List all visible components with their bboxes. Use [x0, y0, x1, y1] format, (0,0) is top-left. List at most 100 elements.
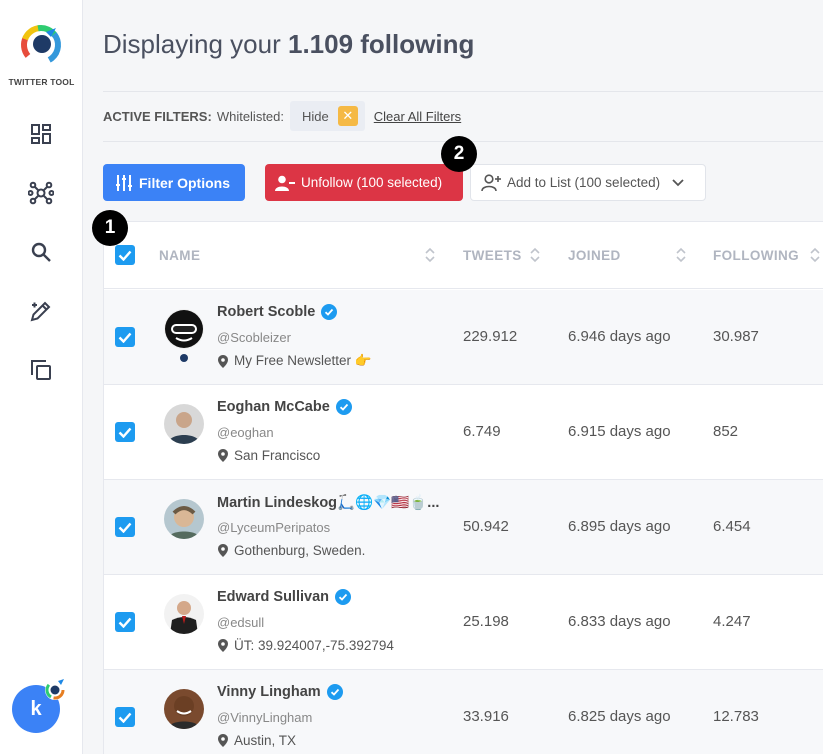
- following-count: 12.783: [713, 708, 759, 725]
- row-checkbox[interactable]: [115, 707, 135, 727]
- verified-badge-icon: [335, 589, 351, 605]
- location-pin-icon: [218, 639, 228, 652]
- avatar[interactable]: [164, 594, 204, 634]
- check-icon: [118, 522, 132, 533]
- sort-icon[interactable]: [810, 246, 820, 264]
- page-title: Displaying your 1.109 following: [103, 29, 475, 59]
- filter-options-button[interactable]: Filter Options: [103, 164, 245, 201]
- following-count: 30.987: [713, 328, 759, 345]
- tweets-count: 6.749: [463, 423, 501, 440]
- tweets-count: 33.916: [463, 708, 509, 725]
- tweets-count: 229.912: [463, 328, 518, 345]
- row-checkbox[interactable]: [115, 422, 135, 442]
- location-pin-icon: [218, 734, 228, 747]
- filter-chip-label: Hide: [302, 108, 329, 124]
- close-icon[interactable]: ✕: [337, 106, 358, 126]
- following-table: NAME TWEETS JOINED FOLLOWING Robert Scob…: [103, 221, 823, 754]
- network-icon[interactable]: [28, 180, 54, 206]
- joined-date: 6.825 days ago: [568, 708, 671, 725]
- sort-icon[interactable]: [530, 246, 540, 264]
- user-name[interactable]: Martin Lindeskog🛴🌐💎🇺🇸🍵...: [217, 494, 439, 511]
- table-row[interactable]: Eoghan McCabe @eoghan San Francisco 6.74…: [104, 385, 823, 480]
- unfollow-button[interactable]: Unfollow (100 selected): [265, 164, 463, 201]
- row-checkbox[interactable]: [115, 327, 135, 347]
- clear-all-filters-link[interactable]: Clear All Filters: [374, 109, 461, 124]
- check-icon: [118, 250, 132, 261]
- filter-chip-hide: Hide ✕: [290, 101, 365, 131]
- location-pin-icon: [218, 449, 228, 462]
- main-content: Displaying your 1.109 following ACTIVE F…: [83, 0, 823, 754]
- annotation-marker-2: 2: [441, 136, 477, 172]
- column-header-following[interactable]: FOLLOWING: [713, 248, 799, 263]
- joined-date: 6.833 days ago: [568, 613, 671, 630]
- edit-icon[interactable]: [28, 298, 54, 324]
- user-plus-icon: [481, 173, 501, 191]
- annotation-marker-1: 1: [92, 210, 128, 246]
- check-icon: [118, 332, 132, 343]
- table-header: NAME TWEETS JOINED FOLLOWING: [104, 222, 823, 289]
- joined-date: 6.915 days ago: [568, 423, 671, 440]
- sort-icon[interactable]: [676, 246, 686, 264]
- check-icon: [118, 712, 132, 723]
- row-checkbox[interactable]: [115, 612, 135, 632]
- verified-badge-icon: [321, 304, 338, 320]
- user-name[interactable]: Robert Scoble: [217, 304, 338, 320]
- avatar[interactable]: [164, 499, 204, 539]
- verified-badge-icon: [335, 399, 352, 415]
- dashboard-icon[interactable]: [28, 121, 54, 147]
- twitter-tool-logo[interactable]: [20, 22, 62, 64]
- table-row[interactable]: Robert Scoble @Scobleizer My Free Newsle…: [104, 290, 823, 385]
- sliders-icon: [116, 174, 132, 191]
- active-filters-bar: ACTIVE FILTERS: Whitelisted: Hide ✕ Clea…: [103, 101, 461, 131]
- sort-icon[interactable]: [425, 246, 435, 264]
- table-row[interactable]: Martin Lindeskog🛴🌐💎🇺🇸🍵... @LyceumPeripat…: [104, 480, 823, 575]
- user-handle: @Scobleizer: [217, 330, 291, 345]
- column-header-tweets[interactable]: TWEETS: [463, 248, 522, 263]
- avatar[interactable]: [164, 404, 204, 444]
- tweets-count: 50.942: [463, 518, 509, 535]
- location-pin-icon: [218, 354, 228, 368]
- table-row[interactable]: Vinny Lingham @VinnyLingham Austin, TX 3…: [104, 670, 823, 754]
- joined-date: 6.895 days ago: [568, 518, 671, 535]
- avatar[interactable]: [164, 689, 204, 729]
- column-header-joined[interactable]: JOINED: [568, 248, 621, 263]
- check-icon: [118, 617, 132, 628]
- add-to-list-label: Add to List (100 selected): [507, 175, 661, 190]
- user-location: Gothenburg, Sweden.: [218, 543, 365, 558]
- add-to-list-dropdown[interactable]: Add to List (100 selected): [470, 164, 706, 201]
- app-name: TWITTER TOOL: [8, 77, 75, 87]
- location-pin-icon: [218, 544, 228, 557]
- user-location: My Free Newsletter 👉: [218, 353, 372, 369]
- user-handle: @VinnyLingham: [217, 710, 313, 725]
- user-minus-icon: [275, 175, 295, 191]
- user-handle: @LyceumPeripatos: [217, 520, 331, 535]
- following-count: 4.247: [713, 613, 751, 630]
- filter-options-label: Filter Options: [139, 174, 230, 191]
- joined-date: 6.946 days ago: [568, 328, 671, 345]
- following-count: 6.454: [713, 518, 751, 535]
- divider: [103, 91, 823, 92]
- column-header-name[interactable]: NAME: [159, 248, 200, 263]
- user-handle: @eoghan: [217, 425, 274, 440]
- status-dot: [180, 354, 188, 362]
- following-count: 1.109 following: [287, 29, 475, 59]
- tweets-count: 25.198: [463, 613, 509, 630]
- user-handle: @edsull: [217, 615, 265, 630]
- whitelisted-label: Whitelisted:: [216, 108, 285, 124]
- user-name[interactable]: Vinny Lingham: [217, 684, 343, 700]
- following-count: 852: [713, 423, 739, 440]
- copy-icon[interactable]: [28, 357, 54, 383]
- active-filters-label: ACTIVE FILTERS:: [103, 108, 212, 124]
- avatar[interactable]: [164, 309, 204, 349]
- row-checkbox[interactable]: [115, 517, 135, 537]
- table-row[interactable]: Edward Sullivan @edsull ÜT: 39.924007,-7…: [104, 575, 823, 670]
- verified-badge-icon: [326, 684, 343, 700]
- search-icon[interactable]: [28, 239, 54, 265]
- sidebar: TWITTER TOOL k: [0, 0, 83, 754]
- user-name[interactable]: Edward Sullivan: [217, 589, 351, 605]
- chevron-down-icon: [672, 178, 684, 186]
- user-name[interactable]: Eoghan McCabe: [217, 399, 352, 415]
- app-badge-icon: [45, 679, 65, 700]
- select-all-checkbox[interactable]: [115, 245, 135, 265]
- check-icon: [118, 427, 132, 438]
